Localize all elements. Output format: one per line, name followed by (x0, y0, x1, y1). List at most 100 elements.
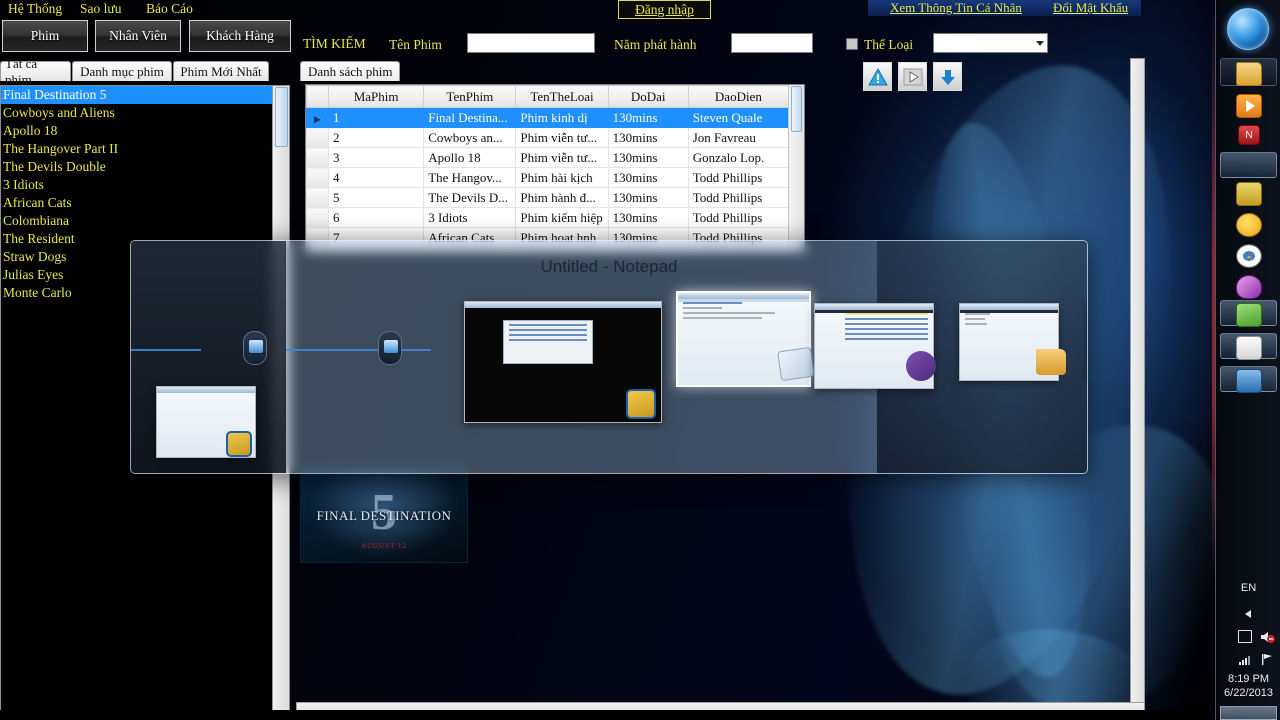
cursor-tool-icon[interactable] (1236, 303, 1262, 327)
folder-icon (1036, 349, 1066, 375)
play-icon (903, 68, 922, 85)
row-selector[interactable]: ▶ (306, 107, 330, 128)
chrome-icon[interactable] (1236, 244, 1262, 268)
link-xem-thong-tin-ca-nhan[interactable]: Xem Thông Tin Cá Nhân (890, 0, 1022, 16)
row-selector[interactable] (306, 147, 330, 168)
app-vertical-scrollbar[interactable] (1130, 58, 1145, 703)
monitor-icon[interactable] (1238, 630, 1252, 643)
table-cell: Final Destina... (423, 107, 517, 128)
movie-list-item[interactable]: Final Destination 5 (1, 86, 289, 104)
network-signal-icon[interactable] (1238, 653, 1252, 666)
row-selector[interactable] (306, 167, 330, 188)
show-hidden-icons-arrow[interactable] (1245, 610, 1251, 618)
table-cell: 6 (328, 207, 425, 228)
play-button[interactable] (898, 62, 927, 91)
action-center-flag-icon[interactable] (1260, 653, 1274, 666)
table-cell: 3 (328, 147, 425, 168)
table-cell: Todd Phillips (687, 207, 790, 228)
nav-button-khach-hang[interactable]: Khách Hàng (189, 20, 291, 52)
table-row[interactable]: 5 The Devils D... Phim hành đ... 130mins Tod… (306, 187, 790, 208)
poster-tagline: AUGUST 12 (360, 542, 407, 550)
data-grid-table: MaPhim TenPhim TenTheLoai DoDai DaoDien ▶ 1 Fi… (306, 85, 790, 248)
notepad-icon[interactable] (1236, 336, 1262, 360)
movie-list-item[interactable]: 3 Idiots (1, 176, 289, 194)
photo-viewer-icon (226, 431, 252, 457)
messenger-icon[interactable] (1236, 275, 1262, 299)
menu-item-bao-cao[interactable]: Báo Cáo (146, 0, 193, 18)
table-cell: Gonzalo Lop. (687, 147, 790, 168)
tab-danh-sach-phim[interactable]: Danh sách phim (300, 61, 401, 81)
table-row[interactable]: 2 Cowboys an... Phim viễn tư... 130mins Jon … (306, 127, 790, 148)
column-header[interactable]: DoDai (607, 85, 689, 108)
screen-bottom-filler (0, 710, 1215, 720)
clock-date[interactable]: 6/22/2013 (1216, 687, 1280, 699)
search-year-input[interactable] (731, 33, 813, 53)
nero-icon[interactable]: N (1238, 125, 1260, 145)
genre-checkbox[interactable] (846, 38, 858, 50)
media-player-icon[interactable] (1236, 94, 1262, 118)
speaker-muted-icon[interactable] (1260, 630, 1275, 643)
movie-list-item[interactable]: Colombiana (1, 212, 289, 230)
thumbnail-titlebar (815, 304, 933, 310)
column-header[interactable]: DaoDien (687, 85, 790, 108)
movie-list-item[interactable]: The Hangover Part II (1, 140, 289, 158)
switcher-pin-icon (378, 331, 402, 365)
show-desktop-button[interactable] (1220, 706, 1277, 720)
table-cell: 4 (328, 167, 425, 188)
table-cell: The Hangov... (423, 167, 517, 188)
movie-list-item[interactable]: Cowboys and Aliens (1, 104, 289, 122)
link-doi-mat-khau[interactable]: Đổi Mật Khẩu (1053, 0, 1128, 16)
scrollbar-thumb[interactable] (275, 87, 288, 147)
folder-icon[interactable] (1236, 62, 1262, 86)
table-cell: Phim hài kịch (515, 167, 609, 188)
row-selector[interactable] (306, 127, 330, 148)
table-cell: Todd Phillips (687, 167, 790, 188)
app-icon[interactable] (1236, 369, 1262, 393)
movie-list-item[interactable]: The Devils Double (1, 158, 289, 176)
table-row[interactable]: 4 The Hangov... Phim hài kịch 130mins Todd P… (306, 167, 790, 188)
smiley-icon[interactable] (1236, 213, 1262, 237)
clock-time[interactable]: 8:19 PM (1216, 673, 1280, 685)
tab-tat-ca-phim[interactable]: Tất cả phim (0, 56, 71, 87)
table-row[interactable]: 63 Idiots Phim kiếm hiệp 130mins Todd Phill… (306, 207, 790, 228)
language-indicator[interactable]: EN (1216, 582, 1280, 594)
menu-item-sao-luu[interactable]: Sao lưu (80, 0, 121, 18)
movie-list-item[interactable]: Apollo 18 (1, 122, 289, 140)
movie-poster: 5 FINAL DESTINATION AUGUST 12 (300, 468, 468, 563)
warning-button[interactable] (863, 62, 892, 91)
table-cell: The Devils D... (423, 187, 517, 208)
visual-studio-icon[interactable] (1236, 182, 1262, 206)
table-cell: 130mins (607, 107, 689, 128)
table-row[interactable]: ▶ 1 Final Destina... Phim kinh dị 130mins Ste… (306, 107, 790, 128)
genre-select[interactable] (933, 33, 1048, 53)
movie-data-grid[interactable]: MaPhim TenPhim TenTheLoai DoDai DaoDien ▶ 1 Fi… (305, 84, 805, 252)
column-header[interactable]: MaPhim (328, 85, 425, 108)
column-header[interactable]: TenTheLoai (515, 85, 609, 108)
grid-scrollbar[interactable] (788, 85, 804, 251)
menu-item-he-thong[interactable]: Hệ Thống (8, 0, 62, 18)
taskbar-button-active[interactable] (1220, 152, 1277, 178)
tab-phim-moi-nhat[interactable]: Phim Mới Nhất (173, 61, 269, 81)
download-button[interactable] (933, 62, 962, 91)
search-title: TÌM KIẾM (303, 36, 366, 51)
table-cell: 2 (328, 127, 425, 148)
nav-button-nhan-vien[interactable]: Nhân Viên (95, 20, 181, 52)
switcher-pin-icon (243, 331, 267, 365)
table-cell: 3 Idiots (423, 207, 517, 228)
warning-icon (867, 67, 888, 85)
scrollbar-thumb[interactable] (791, 86, 802, 132)
start-orb-button[interactable] (1227, 8, 1269, 50)
table-row[interactable]: 3 Apollo 18 Phim viễn tư... 130mins Gonzalo … (306, 147, 790, 168)
sim-icon (626, 389, 656, 419)
search-name-input[interactable] (467, 33, 595, 53)
row-selector[interactable] (306, 207, 330, 228)
movie-list-item[interactable]: African Cats (1, 194, 289, 212)
switcher-title: Untitled - Notepad (540, 257, 678, 276)
tab-danh-muc-phim[interactable]: Danh mục phim (72, 61, 172, 81)
table-body: ▶ 1 Final Destina... Phim kinh dị 130mins Ste… (306, 107, 790, 248)
row-selector[interactable] (306, 187, 330, 208)
login-button[interactable]: Đăng nhập (618, 0, 711, 19)
alt-tab-switcher[interactable]: Untitled - Notepad (130, 240, 1088, 474)
nav-button-phim[interactable]: Phim (2, 20, 88, 52)
column-header[interactable]: TenPhim (423, 85, 517, 108)
